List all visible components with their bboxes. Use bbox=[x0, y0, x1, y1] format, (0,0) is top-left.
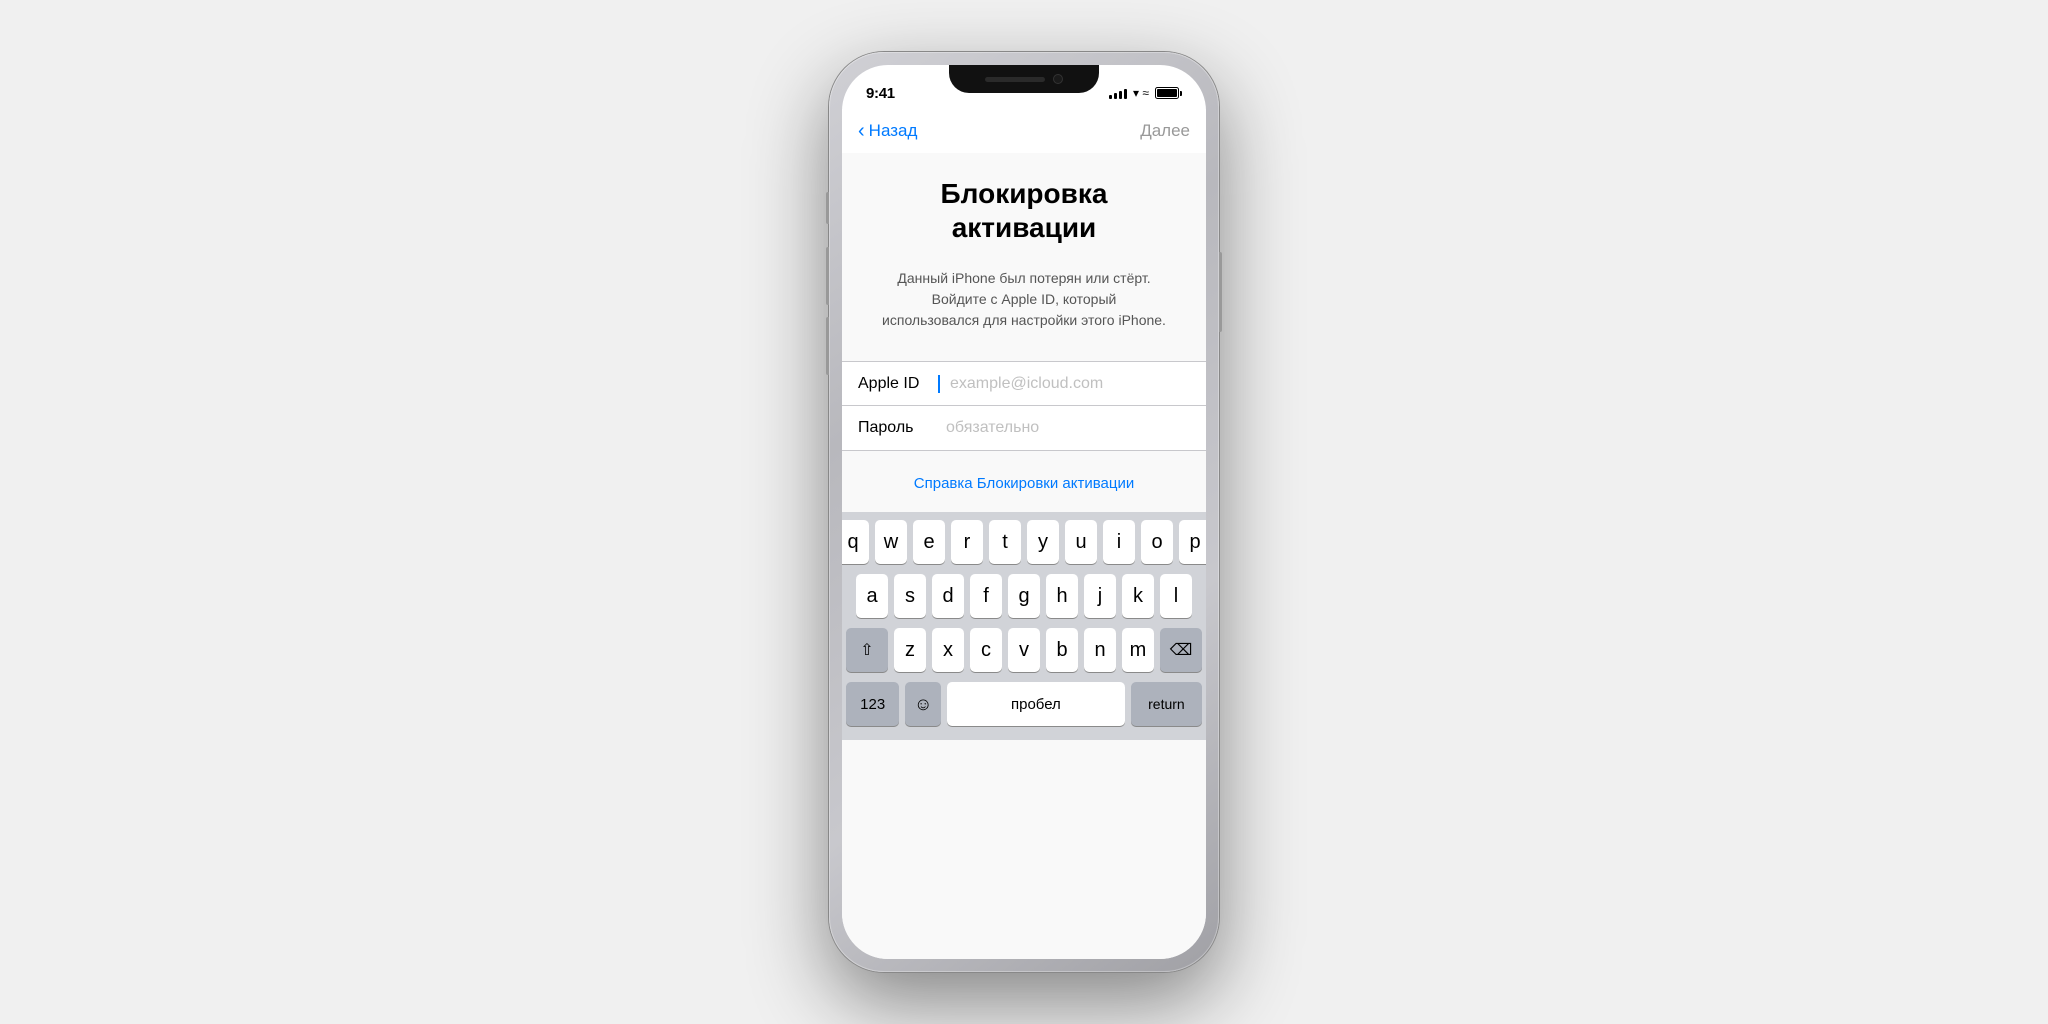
key-l[interactable]: l bbox=[1160, 574, 1192, 618]
key-t[interactable]: t bbox=[989, 520, 1021, 564]
volume-down-button[interactable] bbox=[826, 317, 829, 375]
password-input[interactable] bbox=[938, 419, 1190, 437]
key-n[interactable]: n bbox=[1084, 628, 1116, 672]
main-content: Блокировкаактивации Данный iPhone был по… bbox=[842, 153, 1206, 959]
apple-id-input[interactable] bbox=[942, 375, 1190, 393]
key-space[interactable]: пробел bbox=[947, 682, 1125, 726]
key-shift[interactable]: ⇧ bbox=[846, 628, 888, 672]
key-o[interactable]: o bbox=[1141, 520, 1173, 564]
wifi-icon: ▾ ≈ bbox=[1133, 86, 1149, 100]
description-text: Данный iPhone был потерян или стёрт. Вой… bbox=[842, 268, 1206, 331]
key-emoji[interactable]: ☺ bbox=[905, 682, 941, 726]
key-y[interactable]: y bbox=[1027, 520, 1059, 564]
password-row[interactable]: Пароль bbox=[842, 406, 1206, 450]
signal-icon bbox=[1109, 87, 1127, 99]
help-link[interactable]: Справка Блокировки активации bbox=[914, 475, 1134, 492]
status-time: 9:41 bbox=[866, 85, 895, 102]
nav-bar: ‹ Назад Далее bbox=[842, 109, 1206, 153]
key-k[interactable]: k bbox=[1122, 574, 1154, 618]
back-button[interactable]: ‹ Назад bbox=[858, 121, 917, 141]
status-icons: ▾ ≈ bbox=[1109, 86, 1182, 100]
keyboard-row-1: q w e r t y u i o p bbox=[846, 520, 1202, 564]
key-s[interactable]: s bbox=[894, 574, 926, 618]
key-e[interactable]: e bbox=[913, 520, 945, 564]
key-v[interactable]: v bbox=[1008, 628, 1040, 672]
key-z[interactable]: z bbox=[894, 628, 926, 672]
notch bbox=[949, 65, 1099, 93]
mute-button[interactable] bbox=[826, 192, 829, 224]
cursor bbox=[938, 375, 940, 393]
phone-outer: 9:41 ▾ ≈ ‹ На bbox=[829, 52, 1219, 972]
keyboard-row-4: 123 ☺ пробел return bbox=[846, 682, 1202, 726]
battery-icon bbox=[1155, 87, 1182, 99]
key-b[interactable]: b bbox=[1046, 628, 1078, 672]
key-c[interactable]: c bbox=[970, 628, 1002, 672]
key-i[interactable]: i bbox=[1103, 520, 1135, 564]
apple-id-row[interactable]: Apple ID bbox=[842, 362, 1206, 406]
phone-screen: 9:41 ▾ ≈ ‹ На bbox=[842, 65, 1206, 959]
page-title: Блокировкаактивации bbox=[917, 177, 1132, 244]
volume-up-button[interactable] bbox=[826, 247, 829, 305]
next-button[interactable]: Далее bbox=[1140, 121, 1190, 141]
key-backspace[interactable]: ⌫ bbox=[1160, 628, 1202, 672]
keyboard-row-3: ⇧ z x c v b n m ⌫ bbox=[846, 628, 1202, 672]
keyboard-row-2: a s d f g h j k l bbox=[846, 574, 1202, 618]
key-d[interactable]: d bbox=[932, 574, 964, 618]
back-label: Назад bbox=[869, 121, 918, 141]
key-numbers[interactable]: 123 bbox=[846, 682, 899, 726]
key-return[interactable]: return bbox=[1131, 682, 1202, 726]
key-m[interactable]: m bbox=[1122, 628, 1154, 672]
key-r[interactable]: r bbox=[951, 520, 983, 564]
apple-id-label: Apple ID bbox=[858, 375, 938, 393]
front-camera bbox=[1053, 74, 1063, 84]
key-p[interactable]: p bbox=[1179, 520, 1206, 564]
key-q[interactable]: q bbox=[842, 520, 869, 564]
key-w[interactable]: w bbox=[875, 520, 907, 564]
password-label: Пароль bbox=[858, 419, 938, 437]
key-f[interactable]: f bbox=[970, 574, 1002, 618]
key-h[interactable]: h bbox=[1046, 574, 1078, 618]
key-j[interactable]: j bbox=[1084, 574, 1116, 618]
key-u[interactable]: u bbox=[1065, 520, 1097, 564]
power-button[interactable] bbox=[1219, 252, 1222, 332]
key-g[interactable]: g bbox=[1008, 574, 1040, 618]
keyboard: q w e r t y u i o p a s d f g bbox=[842, 512, 1206, 740]
key-a[interactable]: a bbox=[856, 574, 888, 618]
form-section: Apple ID Пароль bbox=[842, 361, 1206, 451]
speaker bbox=[985, 77, 1045, 82]
chevron-left-icon: ‹ bbox=[858, 121, 865, 141]
key-x[interactable]: x bbox=[932, 628, 964, 672]
